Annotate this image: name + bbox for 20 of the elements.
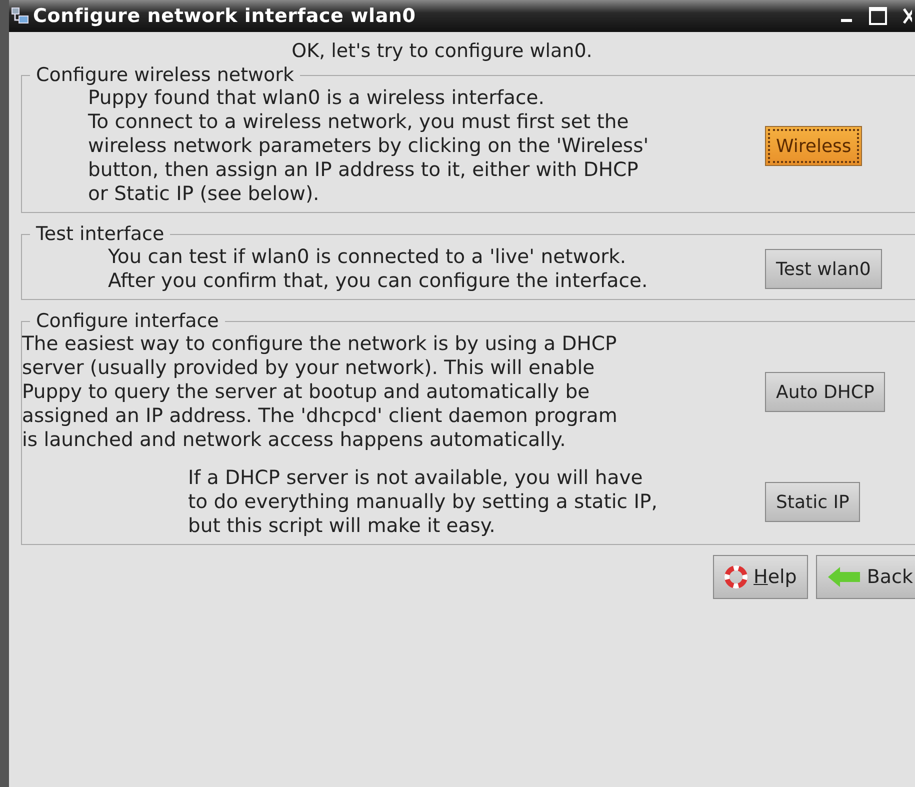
action-button[interactable]: Auto DHCP <box>765 372 886 412</box>
maximize-icon[interactable] <box>868 6 888 26</box>
description-text: If a DHCP server is not available, you will have to do everything manually by setting a static IP, but this script will make it easy. <box>187 466 658 538</box>
back-button[interactable]: Back <box>816 555 915 599</box>
left-arrow-icon <box>826 565 861 589</box>
section-title: Test interface <box>35 223 166 245</box>
section-title: Configure interface <box>35 310 220 332</box>
section-title: Configure wireless network <box>35 64 295 86</box>
close-icon[interactable] <box>902 6 912 26</box>
intro-text: OK, let's try to configure wlan0. <box>290 40 594 62</box>
window-title: Configure network interface wlan0 <box>33 5 417 27</box>
action-button[interactable]: Test wlan0 <box>765 249 882 289</box>
lifebuoy-icon <box>724 565 748 589</box>
description-text: You can test if wlan0 is connected to a 'live' network. After you confirm that, you can configure the interface. <box>107 245 649 293</box>
action-button[interactable]: Static IP <box>765 482 860 522</box>
help-button[interactable]: Help <box>712 555 808 599</box>
action-button[interactable]: Wireless <box>765 126 862 166</box>
description-text: Puppy found that wlan0 is a wireless interface. To connect to a wireless network, you must first set the wireless network parameters by clicking on the 'Wireless' button, then assign an IP address to it, either with DHCP or Static IP (see below). <box>87 86 650 206</box>
description-text: The easiest way to configure the network is by using a DHCP server (usually provided by your network). This will enable Puppy to query the server at bootup and automatically be assigned an IP address. The 'dhcpcd' client daemon program is launched and network access happens automatically. <box>22 332 618 452</box>
network-icon <box>11 7 29 25</box>
